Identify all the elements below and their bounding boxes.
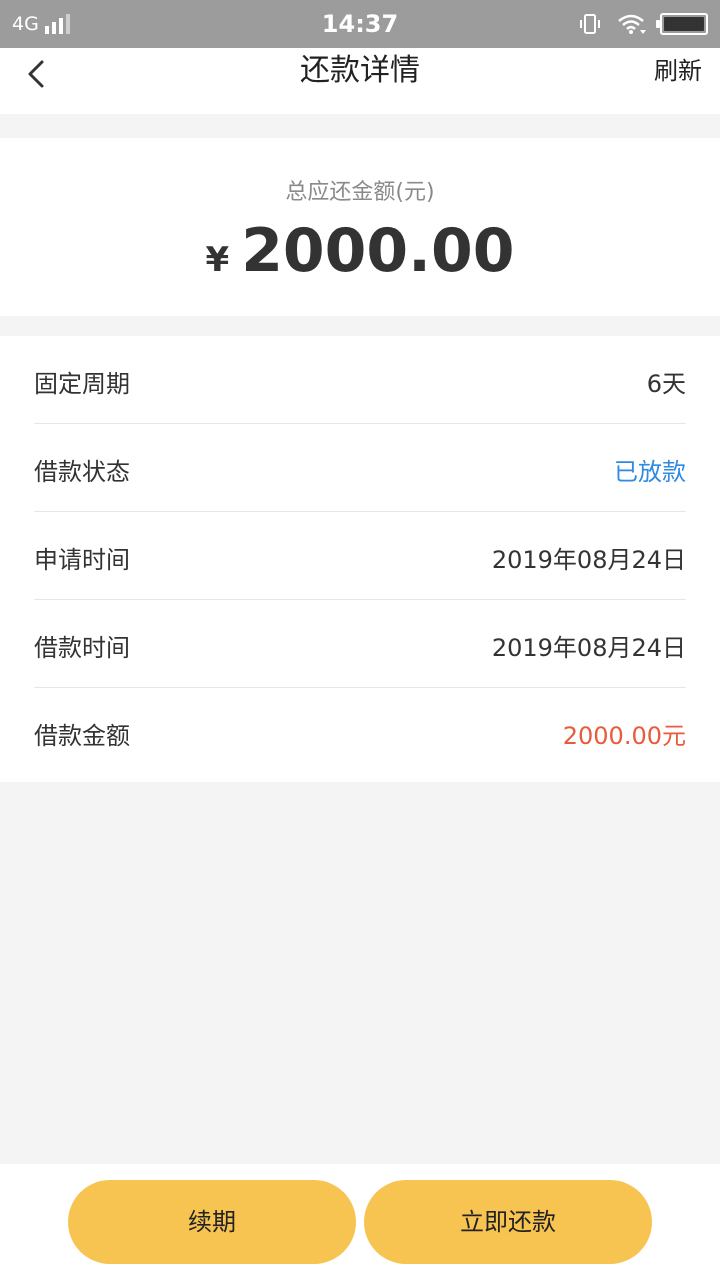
wifi-icon [618,14,646,34]
loan-amount-value: 2000.00元 [562,722,686,750]
detail-list: 固定周期 6天 借款状态 已放款 申请时间 2019年08月24日 借款时间 2… [0,336,720,782]
detail-label: 借款状态 [34,458,130,486]
page-title: 还款详情 [300,53,420,88]
renew-button[interactable]: 续期 [68,1180,356,1264]
bottom-action-bar: 续期 立即还款 [0,1164,720,1280]
detail-row-period: 固定周期 6天 [34,336,686,424]
detail-value: 6天 [646,370,686,398]
refresh-button[interactable]: 刷新 [654,48,702,94]
detail-label: 借款时间 [34,634,130,662]
detail-row-loan-amount: 借款金额 2000.00元 [34,688,686,776]
nav-bar: 还款详情 刷新 [0,48,720,114]
total-amount-label: 总应还金额(元) [285,180,435,205]
detail-value: 2019年08月24日 [491,546,686,574]
status-right [578,0,708,48]
detail-row-loan-time: 借款时间 2019年08月24日 [34,600,686,688]
detail-row-status: 借款状态 已放款 [34,424,686,512]
detail-row-apply-time: 申请时间 2019年08月24日 [34,512,686,600]
detail-label: 固定周期 [34,370,130,398]
repay-now-button[interactable]: 立即还款 [364,1180,652,1264]
amount-card: 总应还金额(元) ¥2000.00 [0,138,720,316]
battery-icon [656,13,708,35]
detail-label: 借款金额 [34,722,130,750]
status-bar: 4G 14:37 [0,0,720,48]
total-amount: ¥2000.00 [0,216,720,286]
detail-label: 申请时间 [34,546,130,574]
vibrate-icon [580,14,600,34]
currency-symbol: ¥ [205,240,230,280]
total-amount-value: 2000.00 [241,216,515,286]
status-badge: 已放款 [614,458,686,486]
detail-value: 2019年08月24日 [491,634,686,662]
